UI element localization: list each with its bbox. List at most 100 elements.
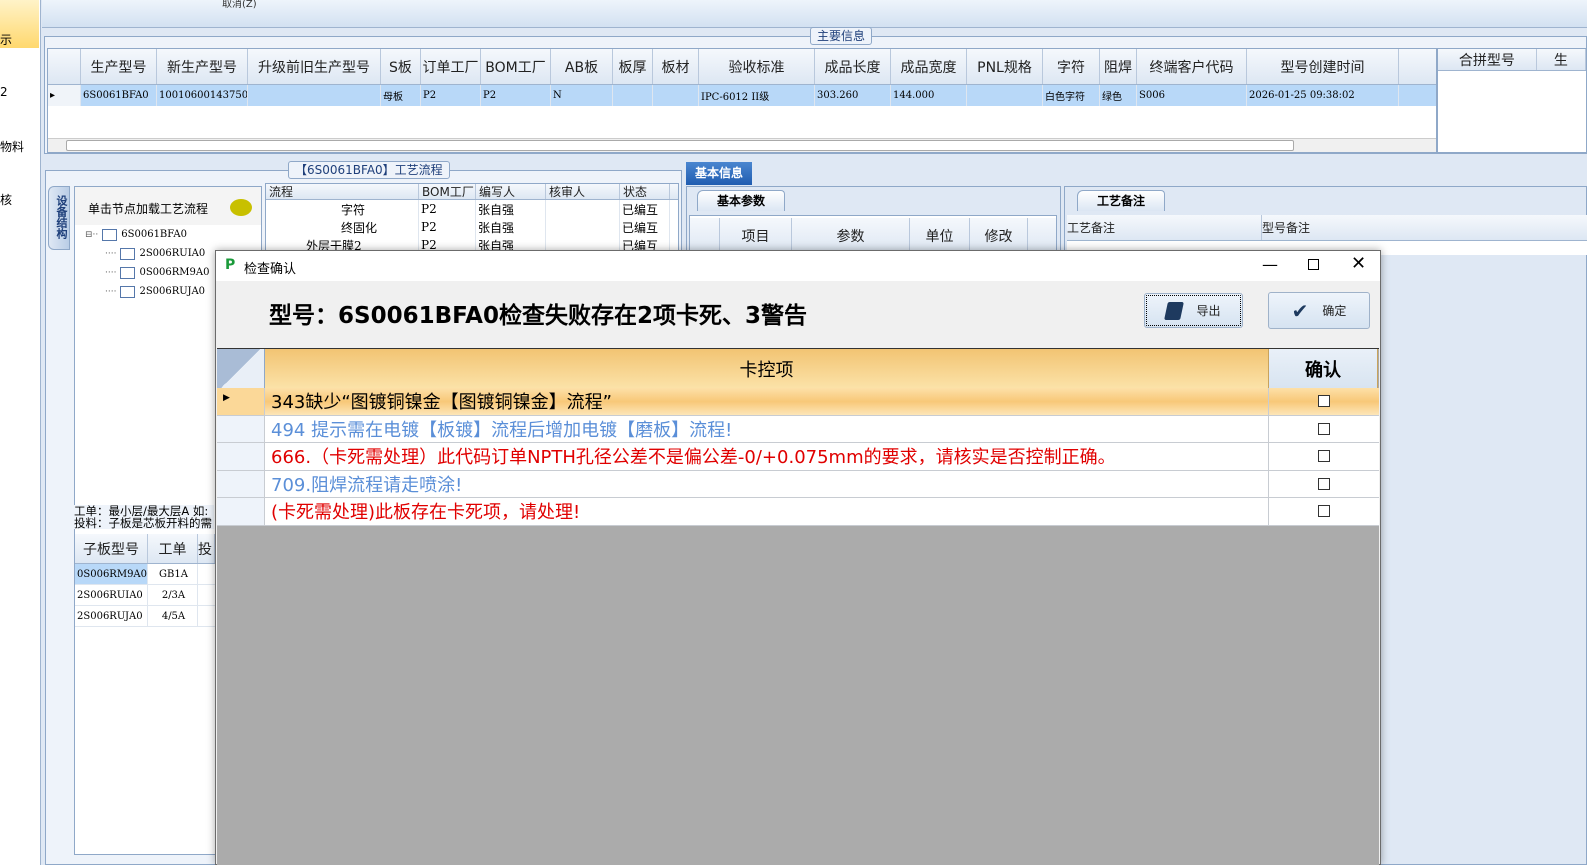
table-row[interactable]: 2S006RUJA0 4/5A: [75, 606, 215, 627]
table-row[interactable]: 终固化 P2 张自强 已编互: [266, 218, 678, 236]
column-header[interactable]: 升级前旧生产型号: [248, 49, 381, 84]
column-header[interactable]: 生产型号: [81, 49, 157, 84]
column-header[interactable]: 流程: [266, 184, 419, 199]
column-header[interactable]: 确认: [1269, 349, 1378, 388]
check-item-row[interactable]: (卡死需处理)此板存在卡死项，请处理!: [217, 498, 1379, 526]
node-icon: [120, 266, 136, 279]
column-header[interactable]: 字符: [1043, 49, 1100, 84]
table-cell: 6S0061BFA0: [81, 85, 157, 106]
dialog-titlebar: P 检查确认 — ✕: [216, 251, 1380, 281]
row-selector[interactable]: [217, 443, 265, 470]
table-cell: 母板: [381, 85, 421, 106]
column-header[interactable]: 订单工厂: [421, 49, 481, 84]
row-selector[interactable]: [217, 470, 265, 497]
toolbar: 取消(Z): [42, 0, 1587, 28]
table-cell: P2: [419, 200, 476, 218]
column-header[interactable]: 编写人: [476, 184, 546, 199]
table-cell: 4/5A: [148, 606, 198, 626]
table-cell: 2/3A: [148, 585, 198, 605]
confirm-checkbox[interactable]: [1317, 422, 1330, 435]
nav-item[interactable]: 示: [0, 31, 12, 48]
table-cell: [613, 85, 653, 106]
column-header[interactable]: 修改: [970, 218, 1028, 253]
nav-item[interactable]: 核: [0, 191, 12, 208]
confirm-checkbox[interactable]: [1317, 395, 1330, 408]
column-header[interactable]: 项目: [720, 218, 792, 253]
column-header[interactable]: 子板型号: [75, 534, 148, 563]
child-board-grid: 子板型号 工单投 0S006RM9A0 GB1A 2S006RUIA0 2/3A 2S00…: [75, 534, 215, 627]
row-header-corner[interactable]: [48, 49, 81, 84]
row-selector[interactable]: ▸: [48, 85, 81, 106]
check-item-text: 709.阻焊流程请走喷涂!: [265, 470, 1269, 497]
confirm-checkbox[interactable]: [1317, 505, 1330, 518]
app-logo-icon: P: [225, 257, 236, 273]
column-header[interactable]: 成品长度: [815, 49, 891, 84]
column-header[interactable]: S板: [381, 49, 421, 84]
table-cell: 10010600143750: [157, 85, 248, 106]
confirm-checkbox[interactable]: [1317, 477, 1330, 490]
check-item-row[interactable]: 709.阻焊流程请走喷涂!: [217, 470, 1379, 498]
column-header[interactable]: 型号备注: [1262, 215, 1587, 240]
tab-process-remark[interactable]: 工艺备注: [1077, 190, 1165, 211]
column-header[interactable]: 新生产型号: [157, 49, 248, 84]
table-row[interactable]: 0S006RM9A0 GB1A: [75, 564, 215, 585]
column-header[interactable]: 卡控项: [265, 349, 1269, 388]
column-header[interactable]: 参数: [792, 218, 910, 253]
column-header[interactable]: 验收标准: [699, 49, 815, 84]
main-info-legend: 主要信息: [810, 27, 873, 45]
check-item-row[interactable]: ▶ 343缺少“图镀铜镍金【图镀铜镍金】流程”: [217, 388, 1379, 416]
column-header[interactable]: 终端客户代码: [1137, 49, 1247, 84]
table-cell: P2: [421, 85, 481, 106]
check-item-row[interactable]: 494 提示需在电镀【板镀】流程后增加电镀【磨板】流程!: [217, 415, 1379, 443]
column-header[interactable]: BOM工厂: [419, 184, 476, 199]
column-header[interactable]: 板材: [653, 49, 699, 84]
column-header[interactable]: 状态: [620, 184, 670, 199]
table-cell: [546, 200, 620, 218]
book-icon: [1164, 301, 1185, 320]
check-item-row[interactable]: 666.（卡死需处理）此代码订单NPTH孔径公差不是偏公差-0/+0.075mm…: [217, 443, 1379, 471]
close-button[interactable]: ✕: [1351, 253, 1366, 274]
maximize-button[interactable]: [1308, 259, 1319, 270]
ok-button[interactable]: ✔ 确定: [1268, 292, 1370, 329]
check-items-grid: 卡控项 确认 ▶ 343缺少“图镀铜镍金【图镀铜镍金】流程” 494 提示需在电镀【…: [217, 348, 1379, 865]
column-header[interactable]: 单位: [910, 218, 970, 253]
column-header[interactable]: 投: [198, 534, 215, 563]
column-header[interactable]: 成品宽度: [891, 49, 967, 84]
confirm-checkbox[interactable]: [1317, 450, 1330, 463]
column-header[interactable]: 工艺备注: [1067, 215, 1262, 240]
column-header[interactable]: AB板: [551, 49, 613, 84]
column-header[interactable]: 核审人: [546, 184, 620, 199]
tab-basic-params[interactable]: 基本参数: [697, 190, 785, 211]
table-row[interactable]: ▸ 6S0061BFA0 10010600143750 母板 P2 P2 N IPC-6012…: [48, 85, 1436, 106]
horizontal-scrollbar[interactable]: [48, 138, 1436, 152]
row-selector[interactable]: [217, 415, 265, 442]
row-selector[interactable]: ▶: [217, 388, 265, 415]
table-row[interactable]: 2S006RUIA0 2/3A: [75, 585, 215, 606]
column-header[interactable]: 生: [1537, 49, 1586, 70]
table-cell: 字符: [266, 200, 419, 218]
main-info-grid: 生产型号 新生产型号 升级前旧生产型号 S板 订单工厂 BOM工厂 AB板 板厚 板材 验收标准成…: [47, 48, 1437, 153]
column-header[interactable]: 阻焊: [1100, 49, 1137, 84]
table-row[interactable]: 字符 P2 张自强 已编互: [266, 200, 678, 218]
cancel-button[interactable]: 取消(Z): [222, 0, 257, 10]
table-cell: 已编互: [620, 200, 670, 218]
vertical-tab-equipment[interactable]: 设备结构: [48, 186, 70, 250]
nav-item[interactable]: 物料: [0, 138, 24, 155]
minimize-button[interactable]: —: [1262, 255, 1278, 274]
column-header[interactable]: BOM工厂: [481, 49, 551, 84]
column-header[interactable]: 板厚: [613, 49, 653, 84]
scrollbar-thumb[interactable]: [66, 140, 1294, 151]
column-header[interactable]: 型号创建时间: [1247, 49, 1399, 84]
tree-node[interactable]: ⊟·· 6S0061BFA0: [75, 225, 261, 244]
column-header[interactable]: 工单: [148, 534, 198, 563]
tab-basic-info[interactable]: 基本信息: [686, 162, 752, 185]
table-cell: [248, 85, 381, 106]
check-item-text: (卡死需处理)此板存在卡死项，请处理!: [265, 498, 1269, 525]
row-selector[interactable]: [217, 498, 265, 525]
column-header[interactable]: 合拼型号: [1438, 49, 1537, 70]
select-all-corner[interactable]: [217, 349, 265, 388]
column-header[interactable]: PNL规格: [967, 49, 1043, 84]
table-cell: 2S006RUIA0: [75, 585, 148, 605]
export-button[interactable]: 导出: [1144, 293, 1243, 328]
nav-item[interactable]: 2: [0, 85, 8, 99]
